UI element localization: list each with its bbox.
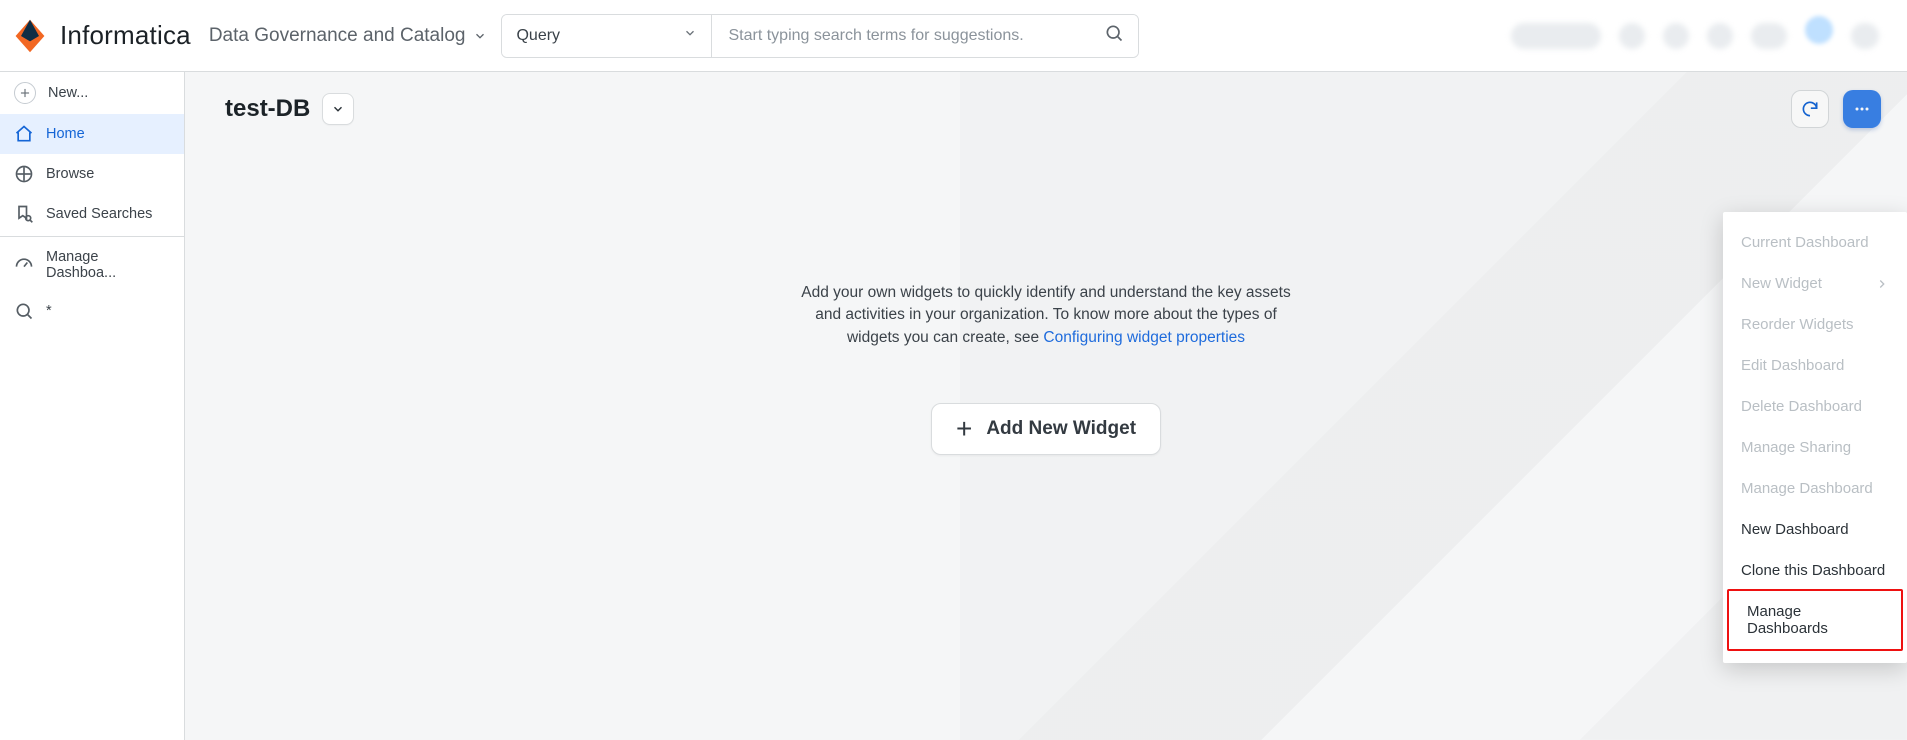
sidebar-item-saved-searches[interactable]: Saved Searches	[0, 194, 184, 234]
app-body: New... Home Browse Saved Searches	[0, 72, 1907, 740]
top-bar: Informatica Data Governance and Catalog …	[0, 0, 1907, 72]
add-new-widget-button[interactable]: + Add New Widget	[931, 403, 1161, 455]
menu-item-label: Manage Dashboards	[1747, 603, 1883, 637]
refresh-icon	[1800, 99, 1820, 119]
top-bar-right	[1511, 22, 1899, 50]
more-actions-button[interactable]	[1843, 90, 1881, 128]
menu-item-manage-dashboard: Manage Dashboard	[1723, 468, 1907, 509]
search-bar: Query	[501, 14, 1139, 58]
actions-menu: Current Dashboard New Widget Reorder Widge…	[1723, 212, 1907, 663]
menu-item-label: New Dashboard	[1741, 521, 1849, 538]
sidebar-divider	[0, 236, 184, 237]
empty-line: Add your own widgets to quickly identify…	[185, 282, 1907, 304]
menu-item-label: New Widget	[1741, 275, 1822, 292]
menu-item-clone-this-dashboard[interactable]: Clone this Dashboard	[1723, 550, 1907, 591]
empty-line: and activities in your organization. To …	[185, 304, 1907, 326]
module-label: Data Governance and Catalog	[209, 25, 466, 47]
sidebar-item-manage-dashboards[interactable]: Manage Dashboa...	[0, 239, 184, 291]
blurred-area	[1751, 23, 1787, 49]
empty-line: widgets you can create, see Configuring …	[185, 327, 1907, 349]
menu-item-label: Manage Sharing	[1741, 439, 1851, 456]
menu-item-edit-dashboard: Edit Dashboard	[1723, 345, 1907, 386]
search-input-wrap	[712, 15, 1138, 57]
search-scope-label: Query	[516, 27, 560, 45]
menu-item-label: Manage Dashboard	[1741, 480, 1873, 497]
blurred-area	[1619, 23, 1645, 49]
informatica-logo-icon	[12, 18, 48, 54]
sidebar-item-label: Home	[46, 126, 85, 142]
header-actions	[1791, 90, 1881, 128]
menu-item-new-dashboard[interactable]: New Dashboard	[1723, 509, 1907, 550]
button-label: Add New Widget	[986, 418, 1136, 440]
plus-circle-icon	[14, 82, 36, 104]
sidebar-item-new[interactable]: New...	[0, 72, 184, 114]
menu-item-new-widget: New Widget	[1723, 263, 1907, 304]
menu-item-label: Reorder Widgets	[1741, 316, 1854, 333]
blurred-area	[1851, 23, 1879, 49]
blurred-area	[1805, 16, 1833, 44]
sidebar-item-label: New...	[48, 85, 88, 101]
highlighted-menu-item: Manage Dashboards	[1727, 589, 1903, 651]
menu-item-current-dashboard: Current Dashboard	[1723, 222, 1907, 263]
sidebar-item-label: Browse	[46, 166, 94, 182]
browse-icon	[14, 164, 34, 184]
main-panel: test-DB Add your own widgets to quickly	[185, 72, 1907, 740]
brand: Informatica	[12, 18, 195, 54]
more-horizontal-icon	[1852, 99, 1872, 119]
chevron-down-icon	[331, 102, 345, 116]
menu-item-reorder-widgets: Reorder Widgets	[1723, 304, 1907, 345]
search-input[interactable]	[726, 26, 1094, 46]
search-scope-dropdown[interactable]: Query	[502, 15, 712, 57]
sidebar: New... Home Browse Saved Searches	[0, 72, 185, 740]
menu-item-manage-dashboards[interactable]: Manage Dashboards	[1729, 591, 1901, 649]
sidebar-item-label: Saved Searches	[46, 206, 152, 222]
chevron-down-icon	[683, 26, 697, 40]
menu-item-label: Clone this Dashboard	[1741, 562, 1885, 579]
menu-item-manage-sharing: Manage Sharing	[1723, 427, 1907, 468]
gauge-icon	[14, 255, 34, 275]
dashboard-switcher[interactable]	[322, 93, 354, 125]
menu-item-label: Delete Dashboard	[1741, 398, 1862, 415]
menu-item-delete-dashboard: Delete Dashboard	[1723, 386, 1907, 427]
sidebar-item-label: *	[46, 303, 52, 319]
blurred-area	[1663, 23, 1689, 49]
main-header: test-DB	[185, 72, 1907, 128]
menu-item-label: Current Dashboard	[1741, 234, 1869, 251]
page-title: test-DB	[225, 95, 310, 123]
search-icon	[1104, 23, 1124, 43]
chevron-down-icon	[473, 29, 487, 43]
bookmark-search-icon	[14, 204, 34, 224]
module-switcher[interactable]: Data Governance and Catalog	[209, 25, 488, 47]
chevron-right-icon	[1875, 277, 1889, 291]
empty-state: Add your own widgets to quickly identify…	[185, 282, 1907, 455]
sidebar-item-browse[interactable]: Browse	[0, 154, 184, 194]
refresh-button[interactable]	[1791, 90, 1829, 128]
search-icon	[14, 301, 34, 321]
configuring-widget-properties-link[interactable]: Configuring widget properties	[1043, 329, 1245, 346]
sidebar-item-home[interactable]: Home	[0, 114, 184, 154]
blurred-area	[1511, 23, 1601, 49]
sidebar-item-label: Manage Dashboa...	[46, 249, 170, 281]
brand-name: Informatica	[60, 20, 191, 51]
menu-item-label: Edit Dashboard	[1741, 357, 1844, 374]
blurred-area	[1707, 23, 1733, 49]
sidebar-item-search-star[interactable]: *	[0, 291, 184, 331]
home-icon	[14, 124, 34, 144]
